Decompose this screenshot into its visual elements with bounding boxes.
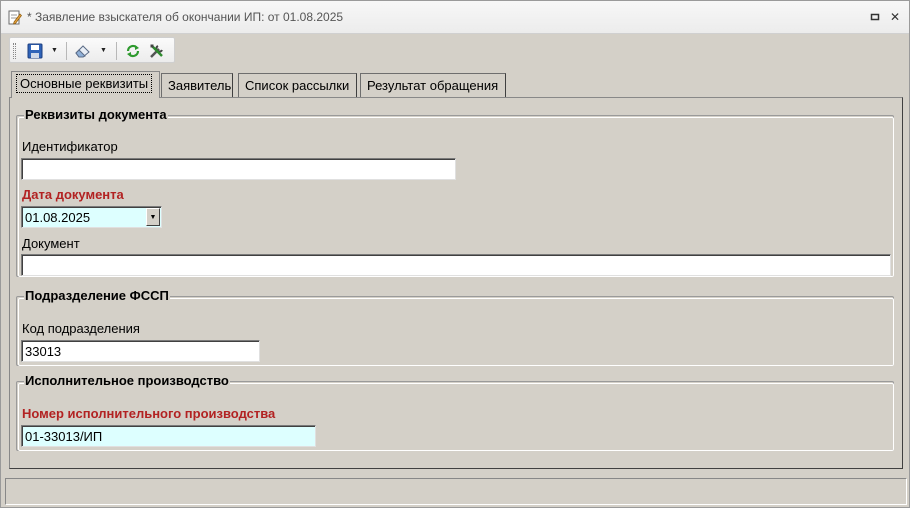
clear-button[interactable] bbox=[72, 41, 94, 61]
toolbar: ▼ ▼ bbox=[5, 36, 905, 64]
group-title: Реквизиты документа bbox=[24, 107, 168, 122]
restore-icon bbox=[870, 13, 880, 21]
tab-label: Заявитель bbox=[168, 78, 232, 93]
title-bar: * Заявление взыскателя об окончании ИП: … bbox=[1, 1, 909, 34]
close-icon: ✕ bbox=[889, 10, 901, 24]
group-document-details: Реквизиты документа Идентификатор Дата д… bbox=[16, 107, 894, 277]
toolbar-separator bbox=[116, 42, 117, 60]
group-title: Подразделение ФССП bbox=[24, 288, 170, 303]
save-dropdown-arrow[interactable]: ▼ bbox=[51, 47, 58, 54]
tab-label: Список рассылки bbox=[245, 78, 350, 93]
window-title: * Заявление взыскателя об окончании ИП: … bbox=[27, 10, 344, 24]
status-bar bbox=[5, 478, 907, 505]
tab-strip: Основные реквизиты Заявитель Список расс… bbox=[11, 71, 891, 98]
tools-button[interactable] bbox=[146, 41, 168, 61]
division-code-field[interactable]: 33013 bbox=[21, 340, 260, 362]
division-code-label: Код подразделения bbox=[22, 321, 140, 336]
save-icon bbox=[27, 43, 43, 59]
document-window: * Заявление взыскателя об окончании ИП: … bbox=[0, 0, 910, 508]
tab-panel: Реквизиты документа Идентификатор Дата д… bbox=[9, 97, 903, 469]
tab-appeal-result[interactable]: Результат обращения bbox=[360, 73, 506, 97]
document-date-combo[interactable]: 01.08.2025 ▼ bbox=[21, 206, 162, 228]
proceedings-number-label: Номер исполнительного производства bbox=[22, 406, 276, 421]
identifier-label: Идентификатор bbox=[22, 139, 118, 154]
restore-button[interactable] bbox=[867, 9, 883, 25]
document-date-value: 01.08.2025 bbox=[25, 210, 91, 225]
close-button[interactable]: ✕ bbox=[887, 9, 903, 25]
toolbar-strip: ▼ ▼ bbox=[9, 37, 175, 63]
group-fssp-division: Подразделение ФССП Код подразделения 330… bbox=[16, 288, 894, 366]
save-button[interactable] bbox=[24, 41, 46, 61]
tools-icon bbox=[150, 44, 163, 58]
refresh-button[interactable] bbox=[122, 41, 144, 61]
clear-dropdown-arrow[interactable]: ▼ bbox=[100, 47, 107, 54]
identifier-field[interactable] bbox=[21, 158, 456, 180]
tab-basic-details[interactable]: Основные реквизиты bbox=[11, 71, 160, 98]
document-edit-icon bbox=[8, 10, 22, 25]
chevron-down-icon: ▼ bbox=[149, 213, 157, 221]
group-title: Исполнительное производство bbox=[24, 373, 230, 388]
tab-label: Основные реквизиты bbox=[15, 74, 153, 93]
eraser-icon bbox=[75, 45, 90, 58]
date-dropdown-button[interactable]: ▼ bbox=[146, 208, 160, 226]
tab-label: Результат обращения bbox=[367, 78, 499, 93]
document-label: Документ bbox=[22, 236, 80, 251]
refresh-icon bbox=[126, 44, 140, 58]
toolbar-separator bbox=[66, 42, 67, 60]
group-enforcement-proceedings: Исполнительное производство Номер исполн… bbox=[16, 373, 894, 451]
document-date-label: Дата документа bbox=[22, 187, 124, 202]
tab-mailing-list[interactable]: Список рассылки bbox=[238, 73, 357, 97]
toolbar-grip[interactable] bbox=[13, 43, 16, 59]
tab-applicant[interactable]: Заявитель bbox=[161, 73, 233, 97]
proceedings-number-field[interactable]: 01-33013/ИП bbox=[21, 425, 316, 447]
document-field[interactable] bbox=[21, 254, 891, 276]
